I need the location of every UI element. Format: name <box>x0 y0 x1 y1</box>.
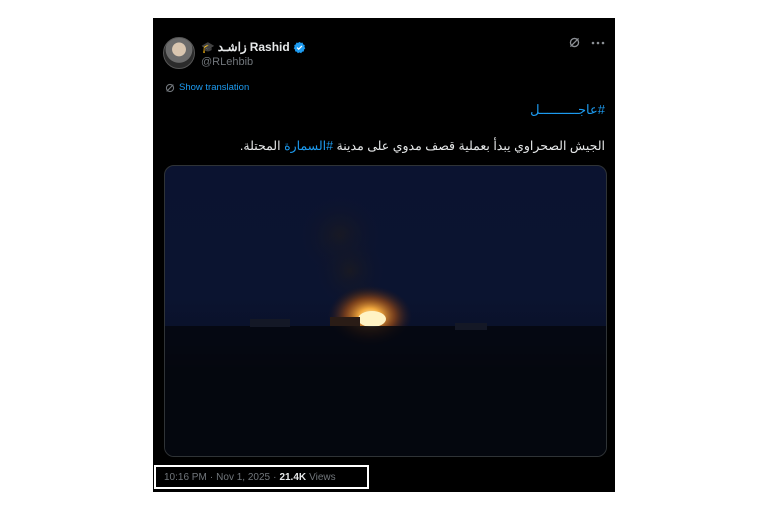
hashtag-breaking[interactable]: #عاجــــــــــل <box>530 102 605 118</box>
more-icon[interactable] <box>591 41 605 45</box>
verified-badge-icon <box>293 41 306 53</box>
tweet-time[interactable]: 10:16 PM <box>164 472 207 483</box>
translate-icon <box>165 83 175 92</box>
tweet-meta: 10:16 PM · Nov 1, 2025 · 21.4K Views <box>154 465 369 489</box>
views-label: Views <box>309 471 336 483</box>
hashtag-smara[interactable]: #السمارة <box>284 139 333 153</box>
author-handle[interactable]: @RLehbib <box>201 56 253 68</box>
show-translation-link[interactable]: Show translation <box>165 82 249 93</box>
author-name: Rashid <box>249 40 290 54</box>
grok-icon[interactable] <box>568 36 581 49</box>
hat-emoji-icon: 🎓 <box>201 41 215 54</box>
tweet-media-image[interactable] <box>164 165 607 457</box>
avatar[interactable] <box>163 37 195 69</box>
tweet-text-prefix: الجيش الصحراوي يبدأ بعملية قصف مدوي على … <box>333 139 605 153</box>
tweet-text-suffix: المحتلة. <box>239 139 285 153</box>
tweet-date[interactable]: Nov 1, 2025 <box>216 472 270 483</box>
author-name-arabic: زاشـد <box>217 40 247 54</box>
separator: · <box>209 471 214 483</box>
night-fire-scene <box>165 191 606 456</box>
author-name-row[interactable]: 🎓 زاشـد Rashid <box>201 38 306 56</box>
tweet-text: الجيش الصحراوي يبدأ بعملية قصف مدوي على … <box>165 138 605 153</box>
separator: · <box>273 471 277 483</box>
views-count: 21.4K <box>279 471 307 483</box>
show-translation-label: Show translation <box>179 82 250 93</box>
tweet-card: 🎓 زاشـد Rashid @RLehbib Show translation… <box>153 18 615 492</box>
